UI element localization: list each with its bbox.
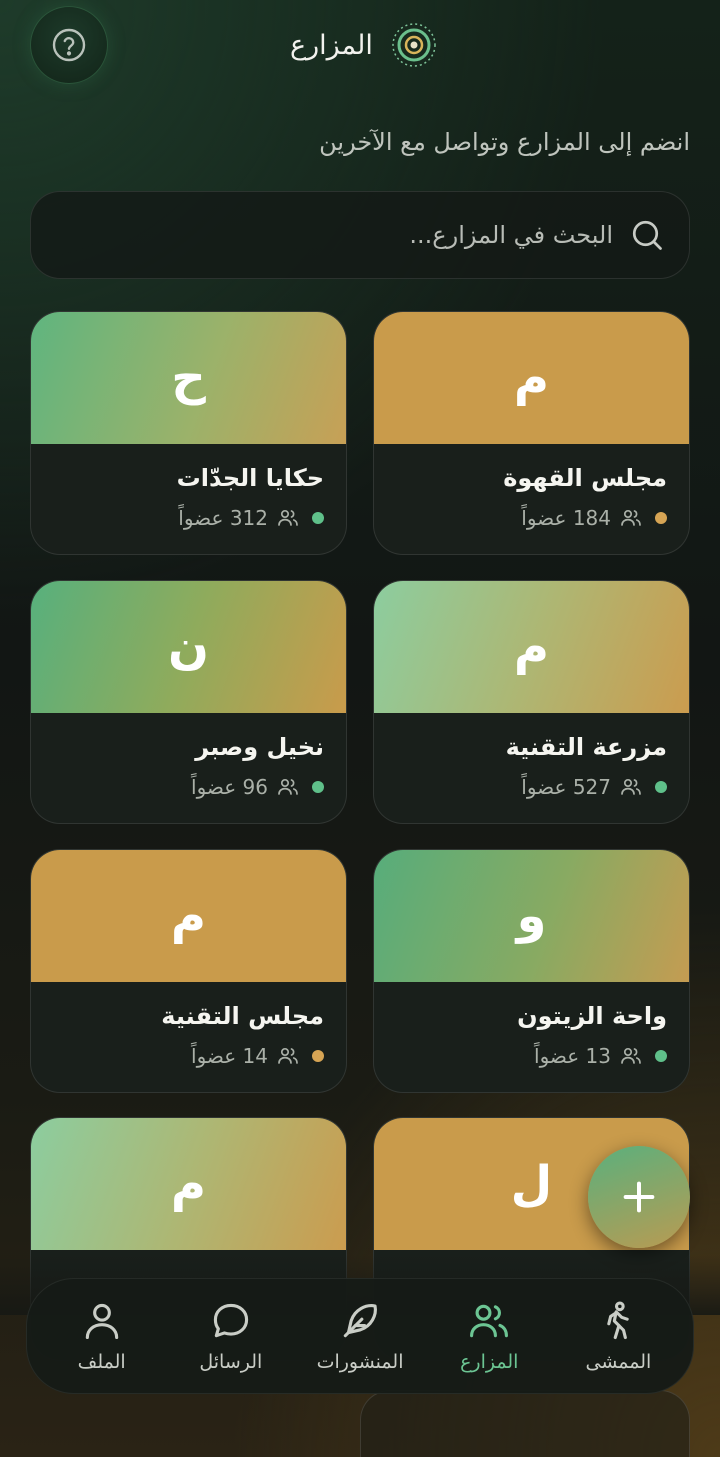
member-count: 527 عضواً [396, 775, 667, 799]
member-count-text: 96 عضواً [191, 775, 268, 799]
farm-name: مزرعة التقنية [505, 733, 667, 761]
card-initial: م [513, 350, 550, 406]
farm-name: مجلس التقنية [161, 1002, 324, 1030]
add-farm-button[interactable] [588, 1146, 690, 1248]
members-icon [621, 1047, 641, 1064]
search-icon [632, 220, 662, 250]
card-body: مزرعة التقنية 527 عضواً [374, 713, 689, 799]
card-initial: م [170, 1156, 207, 1212]
card-banner: م [31, 1118, 346, 1250]
farm-card[interactable]: و واحة الزيتون 13 عضواً [373, 849, 690, 1093]
nav-item-farms[interactable]: المزارع [425, 1299, 553, 1373]
status-dot [655, 781, 667, 793]
member-count: 312 عضواً [53, 506, 324, 530]
members-icon [621, 509, 641, 526]
nav-label: المنشورات [316, 1351, 404, 1373]
member-count: 14 عضواً [53, 1044, 324, 1068]
page-title: المزارع [290, 29, 373, 61]
farm-card[interactable]: م مجلس القهوة 184 عضواً [373, 311, 690, 555]
feather-icon [343, 1304, 377, 1338]
nav-item-profile[interactable]: الملف [38, 1299, 166, 1373]
users-icon [470, 1304, 509, 1338]
card-banner: و [374, 850, 689, 982]
card-initial: ل [510, 1156, 553, 1212]
bottom-nav: الممشى المزارع المنشورات الرسائل الملف [26, 1278, 694, 1394]
nav-label: الملف [77, 1351, 126, 1373]
card-body: نخيل وصبر 96 عضواً [31, 713, 346, 799]
members-icon [278, 509, 298, 526]
nav-item-posts[interactable]: المنشورات [296, 1299, 424, 1373]
status-dot [655, 1050, 667, 1062]
member-count-text: 527 عضواً [521, 775, 611, 799]
member-count-text: 184 عضواً [521, 506, 611, 530]
member-count-text: 13 عضواً [534, 1044, 611, 1068]
card-banner: م [31, 850, 346, 982]
card-banner: ن [31, 581, 346, 713]
farm-logo-icon [392, 23, 436, 67]
members-icon [621, 778, 641, 795]
app-header: المزارع [0, 0, 720, 90]
farm-card[interactable]: م مزرعة التقنية 527 عضواً [373, 580, 690, 824]
status-dot [312, 1050, 324, 1062]
question-circle-icon [52, 28, 86, 62]
member-count-text: 14 عضواً [191, 1044, 268, 1068]
nav-item-walk[interactable]: الممشى [554, 1299, 682, 1373]
user-icon [85, 1303, 118, 1340]
card-banner: م [374, 581, 689, 713]
card-initial: م [170, 888, 207, 944]
search-input[interactable] [53, 221, 613, 249]
member-count: 184 عضواً [396, 506, 667, 530]
card-banner: م [374, 312, 689, 444]
farm-name: واحة الزيتون [517, 1002, 667, 1030]
status-dot [312, 512, 324, 524]
card-initial: ح [171, 350, 206, 406]
status-dot [655, 512, 667, 524]
nav-label: الممشى [585, 1351, 652, 1373]
card-initial: ن [168, 619, 209, 675]
card-initial: و [516, 888, 547, 944]
tagline: انضم إلى المزارع وتواصل مع الآخرين [319, 128, 690, 156]
help-button[interactable] [30, 6, 108, 84]
card-banner: ح [31, 312, 346, 444]
farm-name: نخيل وصبر [195, 733, 324, 761]
brand: المزارع [290, 22, 437, 68]
farm-name: مجلس القهوة [503, 464, 667, 492]
farm-card[interactable]: ن نخيل وصبر 96 عضواً [30, 580, 347, 824]
card-initial: م [513, 619, 550, 675]
farm-card[interactable]: ح حكايا الجدّات 312 عضواً [30, 311, 347, 555]
member-count-text: 312 عضواً [178, 506, 268, 530]
members-icon [278, 778, 298, 795]
farm-card[interactable]: م مجلس التقنية 14 عضواً [30, 849, 347, 1093]
card-body: مجلس القهوة 184 عضواً [374, 444, 689, 530]
farm-name: حكايا الجدّات [176, 464, 324, 492]
plus-icon [623, 1181, 655, 1213]
partial-card [360, 1390, 690, 1457]
nav-label: المزارع [460, 1351, 519, 1373]
walking-person-icon [607, 1301, 630, 1340]
search-bar[interactable] [30, 191, 690, 279]
card-body: مجلس التقنية 14 عضواً [31, 982, 346, 1068]
members-icon [278, 1047, 298, 1064]
status-dot [312, 781, 324, 793]
nav-label: الرسائل [199, 1351, 263, 1373]
card-body: حكايا الجدّات 312 عضواً [31, 444, 346, 530]
member-count: 13 عضواً [396, 1044, 667, 1068]
chat-bubble-icon [213, 1303, 248, 1338]
nav-item-messages[interactable]: الرسائل [167, 1299, 295, 1373]
card-body: واحة الزيتون 13 عضواً [374, 982, 689, 1068]
member-count: 96 عضواً [53, 775, 324, 799]
